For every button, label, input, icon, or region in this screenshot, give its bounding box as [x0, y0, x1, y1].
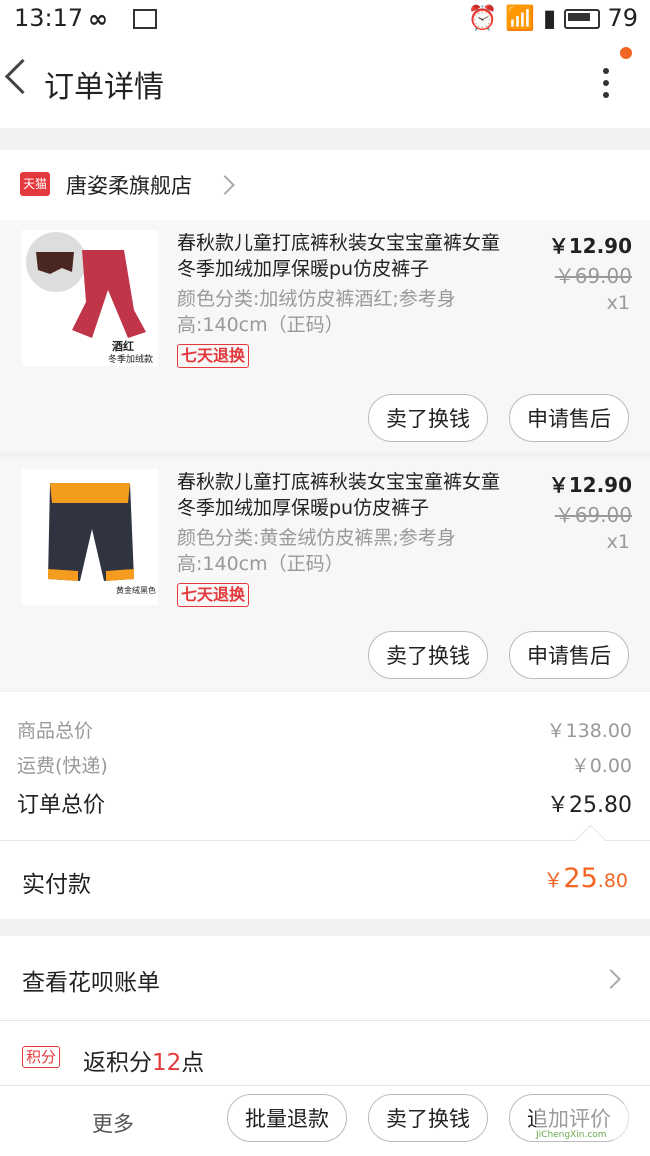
- more-icon[interactable]: [596, 68, 616, 104]
- product-thumbnail[interactable]: 黄金绒黑色: [22, 469, 158, 605]
- item-quantity: x1: [606, 531, 630, 553]
- status-right: ⏰ 📶 ▮ 79: [468, 4, 638, 32]
- product-thumbnail[interactable]: 酒红 冬季加绒款: [22, 230, 158, 366]
- sell-button[interactable]: 卖了换钱: [368, 631, 488, 679]
- watermark-logo: JiChengXin.com: [536, 1104, 640, 1140]
- signal-icon: ▮: [542, 4, 557, 32]
- item-orig-price: ￥69.00: [554, 503, 632, 527]
- page-title: 订单详情: [44, 70, 164, 105]
- image-notification-icon: [133, 9, 157, 29]
- item-spec: 颜色分类:黄金绒仿皮裤黑;参考身高:140cm（正码）: [177, 527, 456, 575]
- shop-name: 唐姿柔旗舰店: [66, 174, 192, 198]
- paid-currency: ￥: [543, 868, 564, 892]
- notification-dot: [620, 47, 632, 59]
- thumb-caption: 黄金绒黑色: [116, 586, 156, 595]
- points-badge: 积分: [22, 1046, 61, 1068]
- aftersale-button[interactable]: 申请售后: [509, 631, 629, 679]
- order-total-label: 订单总价: [17, 793, 106, 818]
- order-item[interactable]: 酒红 冬季加绒款 春秋款儿童打底裤秋装女宝宝童裤女童冬季加绒加厚保暖pu仿皮裤子…: [0, 220, 650, 452]
- more-button[interactable]: 更多: [92, 1108, 134, 1138]
- goods-total-label: 商品总价: [17, 720, 94, 742]
- return-badge: 七天退换: [177, 583, 250, 607]
- points-text: 返积分12点: [83, 1043, 204, 1077]
- chevron-right-icon: [601, 969, 621, 989]
- sell-button[interactable]: 卖了换钱: [368, 1094, 488, 1142]
- points-prefix: 返积分: [83, 1050, 152, 1076]
- paid-amount: ￥25.80: [543, 863, 628, 894]
- paid-label: 实付款: [22, 872, 91, 898]
- status-time: 13:17: [14, 4, 84, 32]
- status-bar: 13:17 ∞ ⏰ 📶 ▮ 79: [0, 0, 650, 40]
- item-spec: 颜色分类:加绒仿皮裤酒红;参考身高:140cm（正码）: [177, 288, 456, 336]
- order-total-value: ￥25.80: [547, 793, 632, 818]
- chevron-right-icon: [215, 175, 235, 195]
- order-item[interactable]: 黄金绒黑色 春秋款儿童打底裤秋装女宝宝童裤女童冬季加绒加厚保暖pu仿皮裤子 颜色…: [0, 459, 650, 691]
- item-title[interactable]: 春秋款儿童打底裤秋装女宝宝童裤女童冬季加绒加厚保暖pu仿皮裤子: [177, 469, 517, 521]
- thumb-subcaption: 冬季加绒款: [108, 355, 154, 365]
- bottom-bar: 更多 批量退款 卖了换钱 追加评价 JiChengXin.com: [0, 1085, 650, 1156]
- points-suffix: 点: [181, 1050, 205, 1076]
- battery-icon: [563, 9, 600, 29]
- watermark-text: JiChengXin.com: [536, 1130, 607, 1140]
- return-badge: 七天退换: [177, 344, 250, 368]
- paid-dec: .80: [597, 870, 628, 892]
- shipping-value: ￥0.00: [570, 755, 632, 777]
- nav-bar: 订单详情: [0, 40, 650, 128]
- points-row: 积分 返积分12点: [0, 1021, 650, 1091]
- wifi-icon: 📶: [505, 4, 536, 32]
- shipping-label: 运费(快递): [17, 755, 108, 777]
- item-title[interactable]: 春秋款儿童打底裤秋装女宝宝童裤女童冬季加绒加厚保暖pu仿皮裤子: [177, 230, 517, 282]
- huabei-row[interactable]: 查看花呗账单: [0, 936, 650, 1021]
- paid-int: 25: [563, 863, 598, 894]
- alarm-icon: ⏰: [467, 4, 498, 32]
- sell-button[interactable]: 卖了换钱: [368, 394, 488, 442]
- shop-header[interactable]: 天猫 唐姿柔旗舰店: [0, 150, 650, 220]
- paid-row: 实付款 ￥25.80: [0, 840, 650, 919]
- goods-total-value: ￥138.00: [546, 720, 632, 742]
- item-quantity: x1: [606, 292, 630, 314]
- item-price: ￥12.90: [548, 473, 632, 497]
- infinity-icon: ∞: [88, 5, 108, 33]
- huabei-label: 查看花呗账单: [22, 970, 160, 996]
- batch-refund-button[interactable]: 批量退款: [227, 1094, 347, 1142]
- back-icon[interactable]: [4, 58, 41, 95]
- price-summary: 商品总价 ￥138.00 运费(快递) ￥0.00 订单总价 ￥25.80: [0, 692, 650, 840]
- aftersale-button[interactable]: 申请售后: [509, 394, 629, 442]
- points-number: 12: [152, 1050, 182, 1076]
- item-price: ￥12.90: [548, 234, 632, 258]
- battery-level: 79: [607, 4, 638, 32]
- tmall-icon: 天猫: [20, 172, 50, 196]
- item-orig-price: ￥69.00: [554, 264, 632, 288]
